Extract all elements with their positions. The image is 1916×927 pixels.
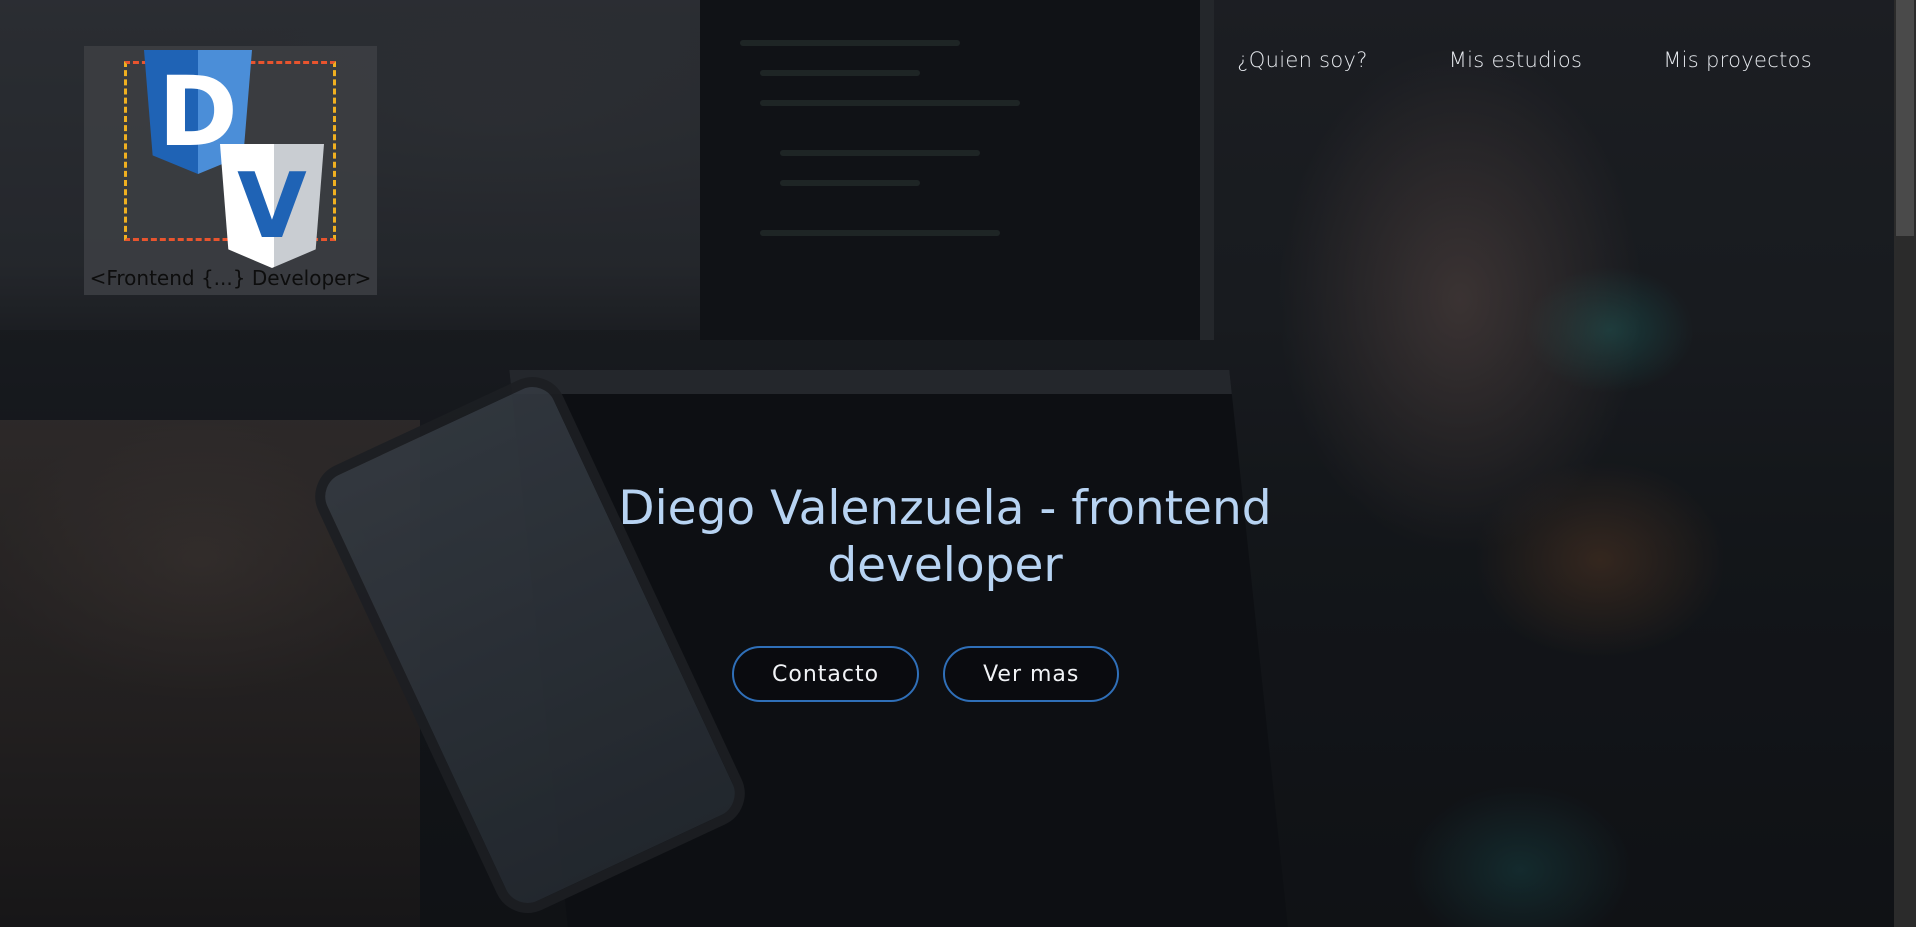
main-nav: ¿Quien soy? Mis estudios Mis proyectos [1237,48,1812,72]
logo-shield-v: V [220,144,324,268]
scrollbar-thumb[interactable] [1896,0,1914,236]
see-more-button[interactable]: Ver mas [943,646,1120,702]
site-logo[interactable]: D V <Frontend {...} Developer> [84,46,377,295]
nav-link-mis-proyectos[interactable]: Mis proyectos [1663,48,1812,72]
hero-buttons: Contacto Ver mas [732,646,1120,702]
hero-title: Diego Valenzuela - frontend developer [618,481,1272,593]
contact-button[interactable]: Contacto [732,646,920,702]
nav-link-mis-estudios[interactable]: Mis estudios [1449,48,1583,72]
logo-caption: <Frontend {...} Developer> [89,266,372,290]
nav-link-quien-soy[interactable]: ¿Quien soy? [1237,48,1368,72]
